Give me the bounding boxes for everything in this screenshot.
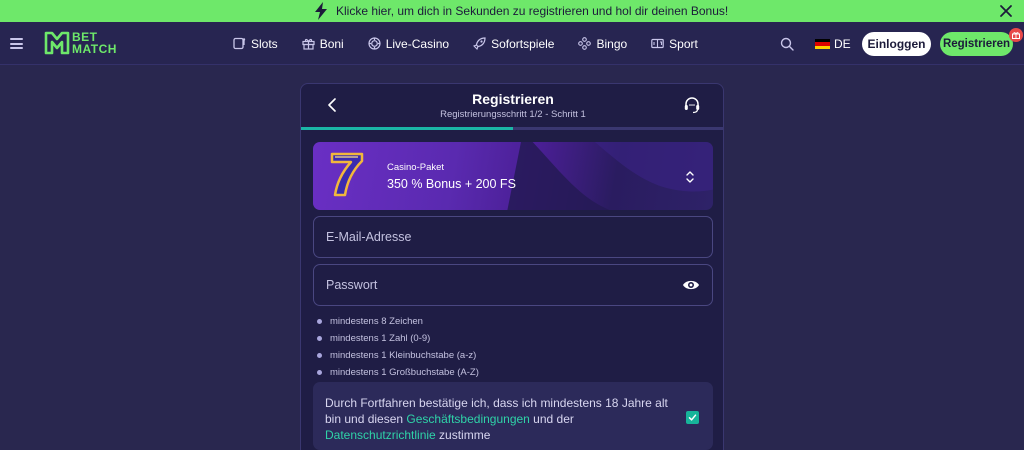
terms-link[interactable]: Geschäftsbedingungen <box>406 412 529 426</box>
password-rule-text: mindestens 1 Großbuchstabe (A-Z) <box>330 367 479 378</box>
gift-icon <box>302 38 315 50</box>
nav-boni-label: Boni <box>319 36 344 51</box>
bonus-background-decoration <box>507 142 713 210</box>
password-rule-text: mindestens 1 Zahl (0-9) <box>330 333 431 344</box>
search-icon[interactable] <box>780 37 794 51</box>
password-rules-list: mindestens 8 Zeichen mindestens 1 Zahl (… <box>317 313 479 381</box>
nav-sofortspiele-label: Sofortspiele <box>491 36 555 51</box>
logo-mark-icon <box>44 31 70 55</box>
logo[interactable]: BET MATCH <box>44 30 136 58</box>
language-label: DE <box>834 37 851 51</box>
site-header: BET MATCH Slots Boni Live-Casino Soforts… <box>0 22 1024 65</box>
consent-text-part-3: zustimme <box>435 428 491 442</box>
modal-title: Registrieren <box>472 91 554 107</box>
bingo-icon <box>578 37 592 50</box>
password-field-container <box>313 264 713 306</box>
password-rule: mindestens 1 Kleinbuchstabe (a-z) <box>317 347 479 364</box>
bonus-package-selector[interactable]: Casino-Paket 350 % Bonus + 200 FS <box>313 142 713 210</box>
email-field-container <box>313 216 713 258</box>
close-icon[interactable] <box>998 3 1014 19</box>
language-selector[interactable]: DE <box>815 37 851 51</box>
modal-header: Registrieren Registrierungsschritt 1/2 -… <box>301 84 723 127</box>
bonus-value: 350 % Bonus + 200 FS <box>387 177 516 191</box>
password-rule: mindestens 1 Zahl (0-9) <box>317 330 479 347</box>
nav-slots-label: Slots <box>251 36 278 51</box>
progress-fill <box>301 127 513 130</box>
registration-progress-bar <box>301 127 723 130</box>
registration-modal: Registrieren Registrierungsschritt 1/2 -… <box>300 83 724 450</box>
modal-subtitle: Registrierungsschritt 1/2 - Schritt 1 <box>440 109 586 120</box>
german-flag-icon <box>815 39 830 49</box>
login-button[interactable]: Einloggen <box>862 32 931 56</box>
rocket-icon <box>473 37 486 50</box>
nav-bingo[interactable]: Bingo <box>578 37 627 51</box>
chip-icon <box>368 37 381 50</box>
slot-icon <box>233 37 246 50</box>
promo-banner[interactable]: Klicke hier, um dich in Sekunden zu regi… <box>0 0 1024 22</box>
privacy-policy-link[interactable]: Datenschutzrichtlinie <box>325 428 436 442</box>
consent-checkbox[interactable] <box>686 411 699 424</box>
consent-box: Durch Fortfahren bestätige ich, dass ich… <box>313 382 713 450</box>
checkmark-icon <box>688 414 697 421</box>
password-rule-text: mindestens 1 Kleinbuchstabe (a-z) <box>330 350 477 361</box>
nav-live-casino[interactable]: Live-Casino <box>368 37 449 51</box>
nav-bingo-label: Bingo <box>596 36 628 51</box>
register-button[interactable]: Registrieren <box>940 32 1013 56</box>
password-input[interactable] <box>326 278 656 292</box>
eye-icon[interactable] <box>682 278 700 292</box>
gift-badge-icon[interactable] <box>1009 28 1023 42</box>
nav-sport-label: Sport <box>669 36 698 51</box>
nav-sport[interactable]: Sport <box>651 37 698 51</box>
nav-live-casino-label: Live-Casino <box>385 36 450 51</box>
chevron-up-down-icon[interactable] <box>685 169 695 185</box>
lightning-icon <box>315 2 327 20</box>
menu-icon[interactable] <box>10 38 23 49</box>
consent-text: Durch Fortfahren bestätige ich, dass ich… <box>325 395 675 443</box>
logo-line-2: MATCH <box>72 42 117 56</box>
headset-support-icon[interactable] <box>683 96 701 114</box>
consent-text-part-2: und der <box>529 412 574 426</box>
password-rule: mindestens 8 Zeichen <box>317 313 479 330</box>
scoreboard-icon <box>651 38 664 49</box>
bonus-label: Casino-Paket <box>387 162 445 173</box>
password-rule-text: mindestens 8 Zeichen <box>330 316 423 327</box>
password-rule: mindestens 1 Großbuchstabe (A-Z) <box>317 364 479 381</box>
nav-slots[interactable]: Slots <box>233 37 278 51</box>
logo-text: BET MATCH <box>72 31 117 55</box>
nav-boni[interactable]: Boni <box>302 37 344 51</box>
main-nav: Slots Boni Live-Casino Sofortspiele Bing… <box>233 22 722 65</box>
lucky-seven-icon <box>330 152 364 197</box>
email-input[interactable] <box>326 230 656 244</box>
promo-text[interactable]: Klicke hier, um dich in Sekunden zu regi… <box>336 4 728 18</box>
nav-sofortspiele[interactable]: Sofortspiele <box>473 37 554 51</box>
